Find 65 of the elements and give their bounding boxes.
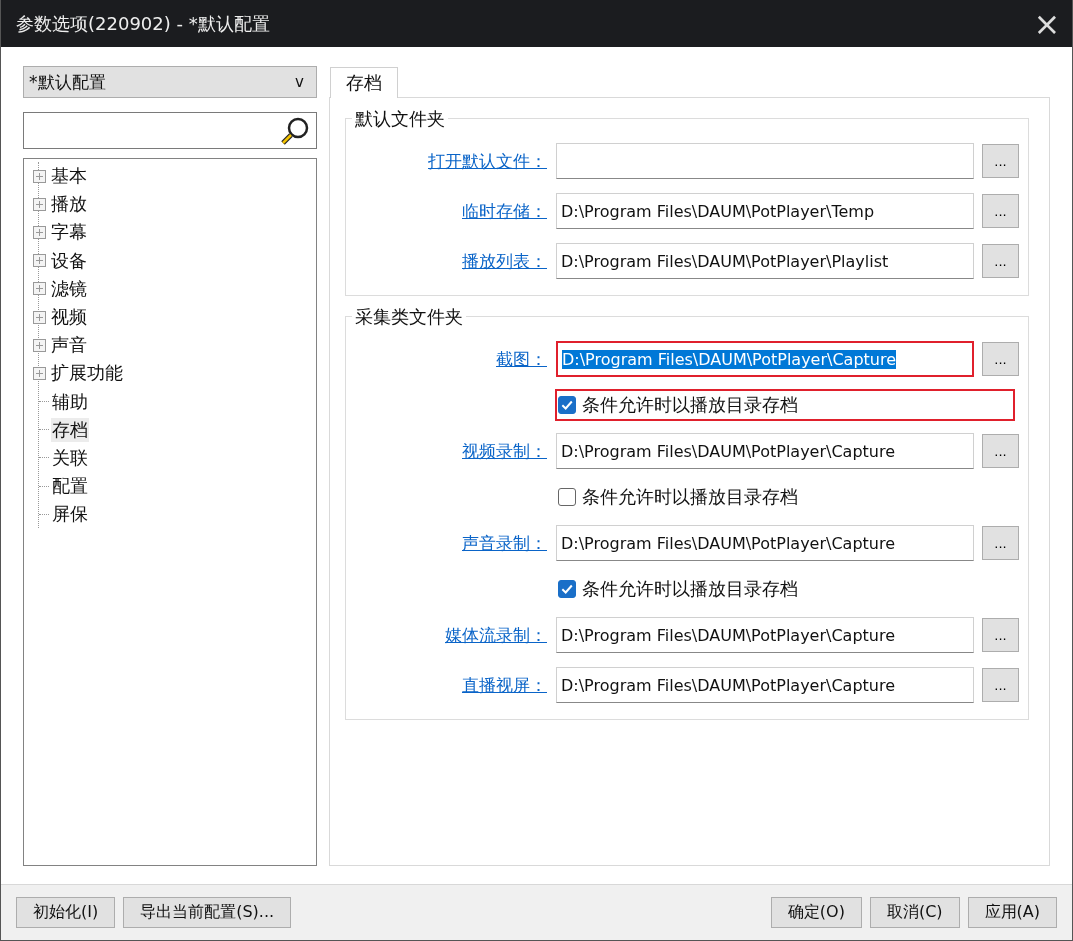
tree-item[interactable]: 基本 [50,164,88,189]
expand-icon[interactable] [33,282,46,296]
path-field[interactable]: D:\Program Files\DAUM\PotPlayer\Capture [556,617,974,653]
tree-item[interactable]: 滤镜 [50,276,88,301]
browse-button[interactable]: ... [982,526,1019,560]
browse-button[interactable]: ... [982,144,1019,178]
folder-link[interactable]: 打开默认文件： [428,150,547,171]
tree-item[interactable]: 屏保 [51,502,89,527]
browse-button[interactable]: ... [982,342,1019,376]
tree-item[interactable]: 设备 [50,248,88,273]
browse-button[interactable]: ... [982,668,1019,702]
search-icon[interactable] [280,115,310,146]
tree-item[interactable]: 扩展功能 [50,361,124,386]
path-field[interactable]: D:\Program Files\DAUM\PotPlayer\Capture [556,341,974,377]
path-field[interactable] [556,143,974,179]
folder-link[interactable]: 播放列表： [462,250,547,271]
dialog-button[interactable]: 应用(A) [967,897,1057,928]
search-field[interactable] [23,112,317,149]
folder-link[interactable]: 声音录制： [462,532,547,553]
window-title: 参数选项(220902) - *默认配置 [16,11,270,36]
path-field[interactable]: D:\Program Files\DAUM\PotPlayer\Playlist [556,243,974,279]
folder-link[interactable]: 临时存储： [462,200,547,221]
tree-item[interactable]: 声音 [50,333,88,358]
tree-item[interactable]: 辅助 [51,389,89,414]
folder-link[interactable]: 截图： [496,348,547,369]
tree-item[interactable]: 存档 [51,417,89,442]
expand-icon[interactable] [33,338,46,352]
expand-icon[interactable] [33,225,46,239]
tree-item[interactable]: 视频 [50,305,88,330]
dialog-button[interactable]: 导出当前配置(S)... [123,897,292,928]
tree-item[interactable]: 配置 [51,474,89,499]
expand-icon[interactable] [33,254,46,268]
dialog-button[interactable]: 确定(O) [770,897,862,928]
folder-link[interactable]: 直播视屏： [462,674,547,695]
dialog-button[interactable]: 取消(C) [869,897,960,928]
path-field[interactable]: D:\Program Files\DAUM\PotPlayer\Capture [556,667,974,703]
browse-button[interactable]: ... [982,618,1019,652]
folder-link[interactable]: 视频录制： [462,440,547,461]
expand-icon[interactable] [33,366,46,380]
expand-icon[interactable] [33,310,46,324]
expand-icon[interactable] [33,169,46,183]
expand-icon[interactable] [33,197,46,211]
checkbox-label: 条件允许时以播放目录存档 [582,485,798,509]
browse-button[interactable]: ... [982,434,1019,468]
path-field[interactable]: D:\Program Files\DAUM\PotPlayer\Capture [556,433,974,469]
checkbox[interactable] [558,580,576,598]
tree-item[interactable]: 关联 [51,445,89,470]
browse-button[interactable]: ... [982,244,1019,278]
checkbox[interactable] [558,488,576,506]
tree-item[interactable]: 播放 [50,192,88,217]
profile-dropdown[interactable]: *默认配置 v [23,66,317,98]
path-field[interactable]: D:\Program Files\DAUM\PotPlayer\Capture [556,525,974,561]
browse-button[interactable]: ... [982,194,1019,228]
tree-item[interactable]: 字幕 [50,220,88,245]
dialog-button[interactable]: 初始化(I) [16,897,116,928]
checkbox[interactable] [558,396,576,414]
group-title: 采集类文件夹 [352,305,466,329]
path-field[interactable]: D:\Program Files\DAUM\PotPlayer\Temp [556,193,974,229]
group-title: 默认文件夹 [352,107,448,131]
folder-link[interactable]: 媒体流录制： [445,624,547,645]
tab[interactable]: 存档 [330,67,398,98]
checkbox-label: 条件允许时以播放目录存档 [582,577,798,601]
close-button[interactable]: × [1022,0,1072,47]
checkbox-option[interactable]: 条件允许时以播放目录存档 [555,389,1015,421]
checkbox-label: 条件允许时以播放目录存档 [582,393,798,417]
